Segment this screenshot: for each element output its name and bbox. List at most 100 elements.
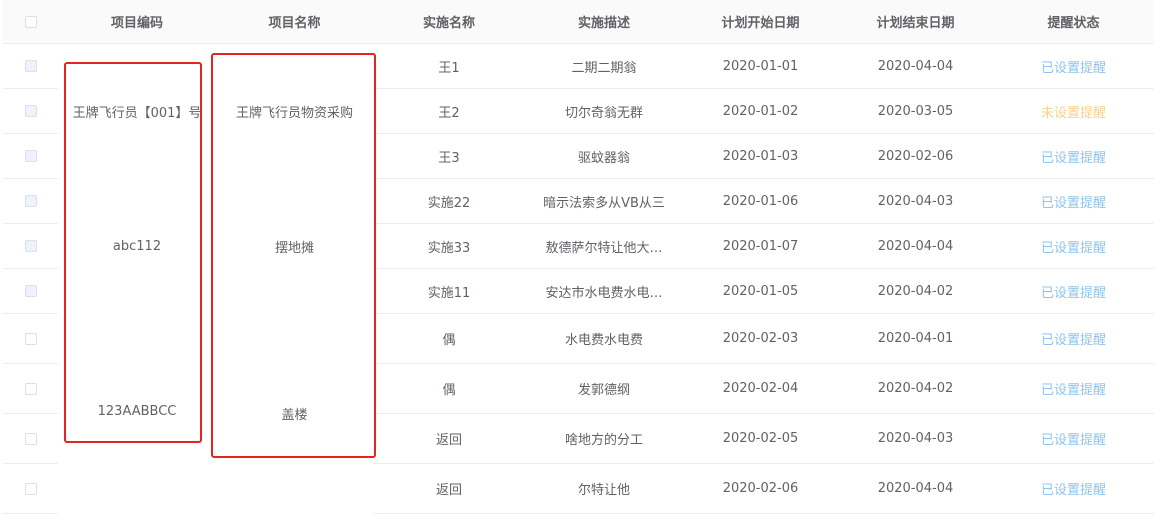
- reminder-status-link[interactable]: 已设置提醒: [1041, 333, 1106, 348]
- plan-end-cell: 2020-04-04: [838, 463, 993, 514]
- row-checkbox[interactable]: [24, 240, 37, 252]
- impl-name-cell: 实施11: [373, 268, 525, 314]
- impl-desc-cell: 水电费水电费: [525, 313, 683, 364]
- row-checkbox[interactable]: [24, 285, 37, 297]
- impl-desc-text: 发郭德纲: [577, 383, 630, 398]
- row-select-cell[interactable]: [3, 43, 58, 89]
- row-checkbox[interactable]: [24, 482, 37, 495]
- row-checkbox[interactable]: [24, 332, 37, 345]
- table-row[interactable]: 王牌飞行员【001】号 王牌飞行员物资采购 王1 二期二期翁 2020-01-0…: [3, 43, 1154, 121]
- header-plan-start[interactable]: 计划开始日期: [683, 0, 838, 44]
- plan-end-cell: 2020-04-02: [838, 363, 993, 414]
- row-select-cell[interactable]: [3, 268, 58, 314]
- header-impl-desc[interactable]: 实施描述: [525, 0, 683, 44]
- select-all-checkbox[interactable]: [24, 15, 37, 28]
- plan-start-cell: 2020-01-06: [683, 178, 838, 224]
- reminder-status-link[interactable]: 已设置提醒: [1041, 151, 1106, 166]
- row-select-cell[interactable]: [3, 413, 58, 464]
- plan-start-cell: 2020-01-03: [683, 133, 838, 179]
- impl-desc-text: 二期二期翁: [571, 60, 637, 76]
- plan-end-cell: 2020-04-03: [838, 413, 993, 464]
- project-code-cell: 123AABBCC: [97, 403, 177, 419]
- row-select-cell[interactable]: [3, 313, 58, 364]
- reminder-status-cell[interactable]: 已设置提醒: [993, 463, 1154, 514]
- reminder-status-link[interactable]: 未设置提醒: [1041, 106, 1106, 121]
- project-name-cell: 摆地摊: [274, 240, 314, 256]
- plan-end-cell: 2020-04-03: [838, 178, 993, 224]
- reminder-status-cell[interactable]: 已设置提醒: [993, 363, 1154, 414]
- row-select-cell[interactable]: [3, 463, 58, 514]
- header-impl-name[interactable]: 实施名称: [373, 0, 525, 44]
- plan-start-cell: 2020-02-06: [683, 463, 838, 514]
- row-checkbox[interactable]: [24, 150, 37, 162]
- header-project-code[interactable]: 项目编码: [58, 0, 216, 44]
- plan-end-cell: 2020-04-04: [838, 43, 993, 89]
- plan-start-cell: 2020-02-04: [683, 363, 838, 414]
- row-select-cell[interactable]: [3, 223, 58, 269]
- plan-start-cell: 2020-01-05: [683, 268, 838, 314]
- row-checkbox[interactable]: [24, 195, 37, 207]
- header-plan-end[interactable]: 计划结束日期: [838, 0, 993, 44]
- table-header-row: 项目编码 项目名称 实施名称 实施描述 计划开始日期 计划结束日期 提醒状态: [3, 0, 1154, 44]
- header-reminder-status[interactable]: 提醒状态: [993, 0, 1154, 44]
- reminder-status-link[interactable]: 已设置提醒: [1041, 433, 1106, 448]
- plan-end-cell: 2020-04-01: [838, 313, 993, 364]
- project-code-cell: abc112: [112, 238, 162, 254]
- impl-name-cell: 返回: [373, 463, 525, 514]
- plan-start-cell: 2020-02-05: [683, 413, 838, 464]
- reminder-status-cell[interactable]: 已设置提醒: [993, 178, 1154, 224]
- plan-end-cell: 2020-04-02: [838, 268, 993, 314]
- impl-desc-cell: 切尔奇翁无群: [525, 88, 683, 134]
- select-all-cell[interactable]: [3, 0, 58, 44]
- project-name-cell: 王牌飞行员物资采购: [235, 105, 353, 121]
- table-row[interactable]: 123AABBCC 盖楼 偶 水电费水电费 2020-02-03 2020-04…: [3, 313, 1154, 423]
- reminder-status-link[interactable]: 已设置提醒: [1041, 241, 1106, 256]
- row-checkbox[interactable]: [24, 432, 37, 445]
- reminder-status-cell[interactable]: 已设置提醒: [993, 43, 1154, 89]
- reminder-status-cell[interactable]: 未设置提醒: [993, 88, 1154, 134]
- impl-desc-cell: 安达市水电费水电…: [525, 268, 683, 314]
- impl-desc-cell: 二期二期翁: [525, 43, 683, 89]
- plan-end-cell: 2020-03-05: [838, 88, 993, 134]
- reminder-status-cell[interactable]: 已设置提醒: [993, 268, 1154, 314]
- impl-desc-text: 水电费水电费: [564, 333, 643, 348]
- reminder-status-cell[interactable]: 已设置提醒: [993, 313, 1154, 364]
- reminder-status-link[interactable]: 已设置提醒: [1041, 286, 1106, 301]
- impl-desc-cell: 啥地方的分工: [525, 413, 683, 464]
- reminder-status-link[interactable]: 已设置提醒: [1041, 383, 1106, 398]
- header-project-name[interactable]: 项目名称: [216, 0, 373, 44]
- impl-desc-cell: 敖德萨尔特让他大…: [525, 223, 683, 269]
- impl-desc-text: 安达市水电费水电…: [545, 285, 663, 301]
- impl-desc-cell: 暗示法索多从VB从三: [525, 178, 683, 224]
- impl-desc-text: 尔特让他: [577, 483, 630, 498]
- row-select-cell[interactable]: [3, 88, 58, 134]
- impl-desc-cell: 发郭德纲: [525, 363, 683, 414]
- impl-desc-text: 敖德萨尔特让他大…: [545, 240, 663, 256]
- row-select-cell[interactable]: [3, 133, 58, 179]
- row-checkbox[interactable]: [24, 105, 37, 117]
- impl-desc-cell: 驱蚊器翁: [525, 133, 683, 179]
- impl-name-cell: 王1: [373, 43, 525, 89]
- row-select-cell[interactable]: [3, 178, 58, 224]
- impl-name-cell: 王3: [373, 133, 525, 179]
- reminder-status-link[interactable]: 已设置提醒: [1041, 61, 1106, 76]
- row-select-cell[interactable]: [3, 363, 58, 414]
- reminder-status-link[interactable]: 已设置提醒: [1041, 196, 1106, 211]
- data-table-container: 项目编码 项目名称 实施名称 实施描述 计划开始日期 计划结束日期 提醒状态 王…: [0, 0, 1154, 532]
- impl-desc-text: 驱蚊器翁: [577, 150, 630, 166]
- impl-desc-text: 切尔奇翁无群: [564, 105, 643, 121]
- table-row[interactable]: abc112 摆地摊 实施22 暗示法索多从VB从三 2020-01-06 20…: [3, 178, 1154, 256]
- reminder-status-cell[interactable]: 已设置提醒: [993, 413, 1154, 464]
- impl-name-cell: 王2: [373, 88, 525, 134]
- project-table: 项目编码 项目名称 实施名称 实施描述 计划开始日期 计划结束日期 提醒状态 王…: [3, 0, 1154, 514]
- plan-start-cell: 2020-01-01: [683, 43, 838, 89]
- reminder-status-cell[interactable]: 已设置提醒: [993, 133, 1154, 179]
- reminder-status-cell[interactable]: 已设置提醒: [993, 223, 1154, 269]
- impl-name-cell: 返回: [373, 413, 525, 464]
- impl-name-cell: 实施22: [373, 178, 525, 224]
- reminder-status-link[interactable]: 已设置提醒: [1041, 483, 1106, 498]
- row-checkbox[interactable]: [24, 382, 37, 395]
- impl-name-cell: 偶: [373, 313, 525, 364]
- row-checkbox[interactable]: [24, 60, 37, 72]
- plan-end-cell: 2020-02-06: [838, 133, 993, 179]
